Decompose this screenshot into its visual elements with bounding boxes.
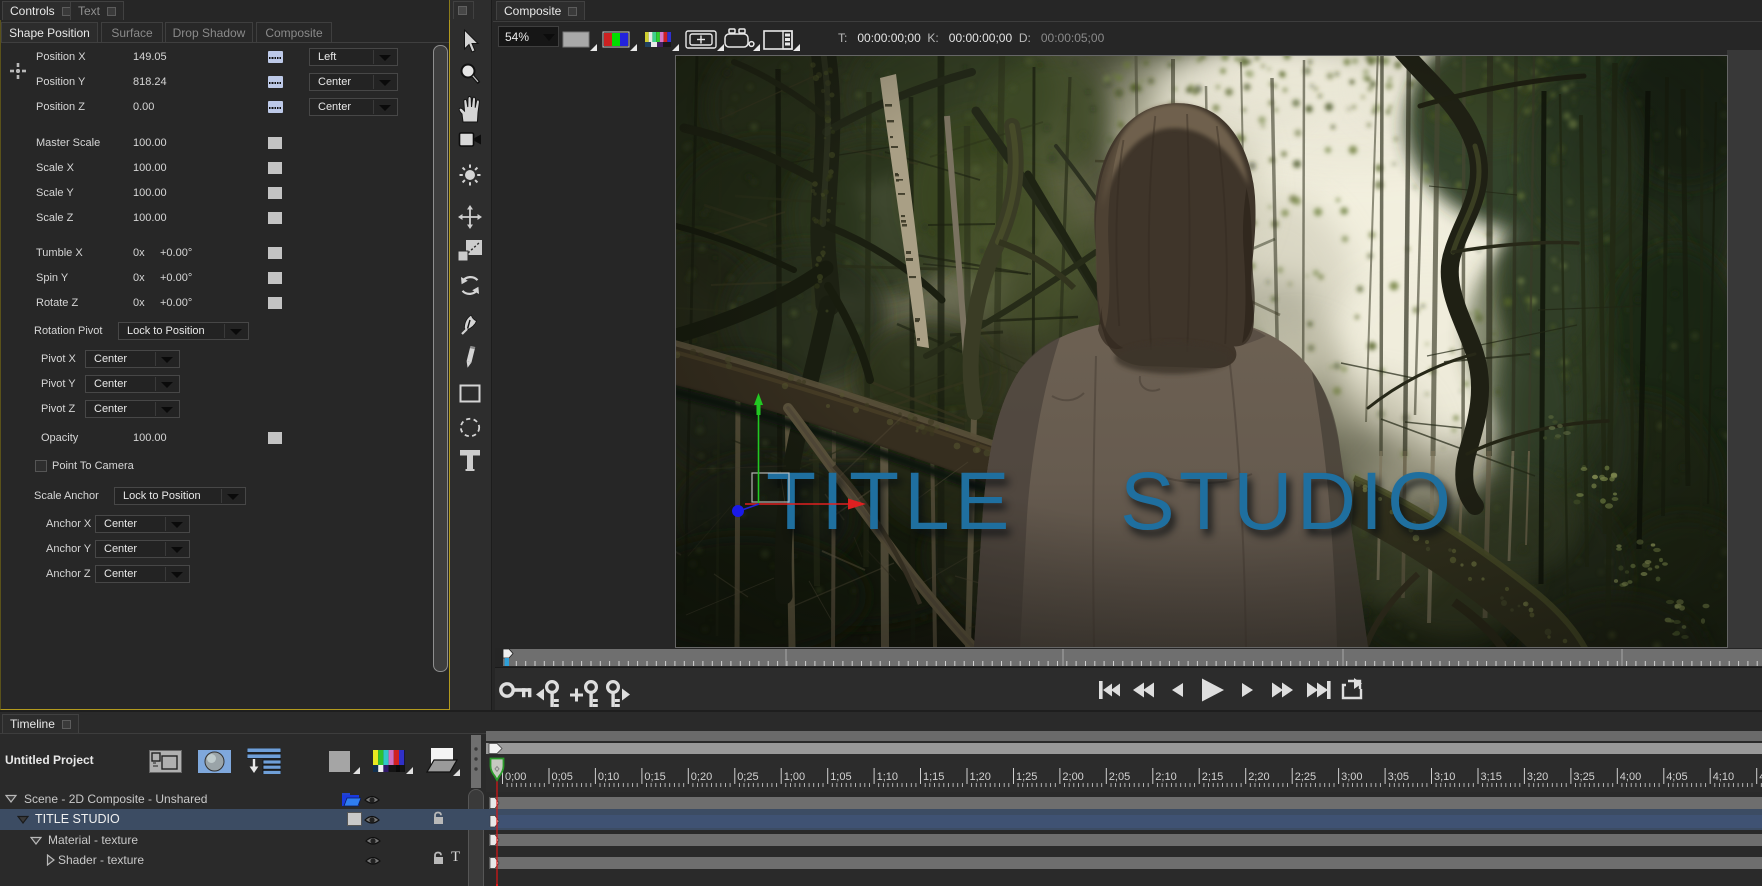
svg-text:1;15: 1;15 bbox=[923, 771, 944, 783]
svg-text:3;15: 3;15 bbox=[1481, 771, 1502, 783]
svg-text:2;15: 2;15 bbox=[1202, 771, 1223, 783]
svg-text:2;25: 2;25 bbox=[1295, 771, 1316, 783]
svg-text:4;00: 4;00 bbox=[1620, 771, 1641, 783]
svg-text:3;10: 3;10 bbox=[1434, 771, 1455, 783]
svg-text:3;00: 3;00 bbox=[1341, 771, 1362, 783]
svg-text:2;00: 2;00 bbox=[1062, 771, 1083, 783]
svg-text:2;10: 2;10 bbox=[1155, 771, 1176, 783]
svg-text:0;25: 0;25 bbox=[737, 771, 758, 783]
svg-text:0;05: 0;05 bbox=[552, 771, 573, 783]
svg-text:1;20: 1;20 bbox=[970, 771, 991, 783]
svg-text:1;05: 1;05 bbox=[830, 771, 851, 783]
svg-text:0;10: 0;10 bbox=[598, 771, 619, 783]
svg-text:4;05: 4;05 bbox=[1666, 771, 1687, 783]
svg-text:1;00: 1;00 bbox=[784, 771, 805, 783]
svg-text:1;25: 1;25 bbox=[1016, 771, 1037, 783]
svg-text:0;20: 0;20 bbox=[691, 771, 712, 783]
svg-text:3;25: 3;25 bbox=[1573, 771, 1594, 783]
svg-text:0;15: 0;15 bbox=[644, 771, 665, 783]
svg-text:3;20: 3;20 bbox=[1527, 771, 1548, 783]
svg-text:3;05: 3;05 bbox=[1388, 771, 1409, 783]
svg-text:0;00: 0;00 bbox=[505, 771, 526, 783]
svg-text:2;20: 2;20 bbox=[1248, 771, 1269, 783]
svg-text:4;10: 4;10 bbox=[1713, 771, 1734, 783]
svg-text:1;10: 1;10 bbox=[877, 771, 898, 783]
svg-text:2;05: 2;05 bbox=[1109, 771, 1130, 783]
